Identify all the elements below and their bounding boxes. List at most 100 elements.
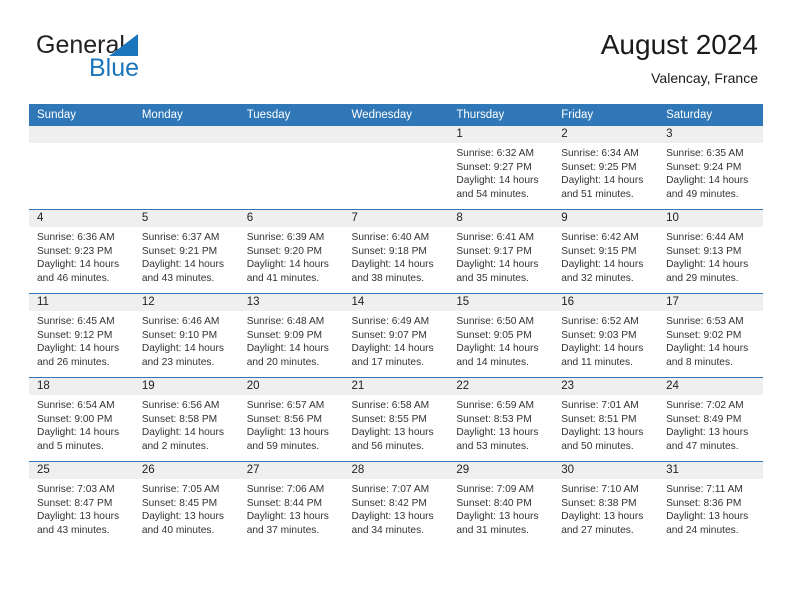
sunset-text: Sunset: 9:18 PM <box>351 245 427 257</box>
sunset-text: Sunset: 9:24 PM <box>666 161 742 173</box>
calendar-day-cell[interactable]: 7 Sunrise: 6:40 AM Sunset: 9:18 PM Daylight… <box>343 209 449 294</box>
sunset-text: Sunset: 9:00 PM <box>37 413 113 425</box>
calendar-day-cell[interactable]: 2 Sunrise: 6:34 AM Sunset: 9:25 PM Daylight… <box>553 126 659 210</box>
calendar-day-cell[interactable]: 24 Sunrise: 7:02 AM Sunset: 8:49 PM Dayligh… <box>658 377 763 462</box>
calendar-day-cell[interactable]: 22 Sunrise: 6:59 AM Sunset: 8:53 PM Dayligh… <box>448 377 554 462</box>
daylight-text-line2: and 11 minutes. <box>561 356 633 368</box>
daylight-text-line1: Daylight: 13 hours <box>246 427 329 439</box>
calendar-day-cell[interactable]: 25 Sunrise: 7:03 AM Sunset: 8:47 PM Dayligh… <box>29 461 134 545</box>
day-number: 31 <box>666 464 679 476</box>
calendar-day-cell[interactable]: 8 Sunrise: 6:41 AM Sunset: 9:17 PM Daylight… <box>448 209 554 294</box>
calendar-day-cell[interactable]: 13 Sunrise: 6:48 AM Sunset: 9:09 PM Dayligh… <box>238 293 344 378</box>
day-number: 1 <box>456 128 463 140</box>
daylight-text-line2: and 35 minutes. <box>456 272 529 284</box>
daylight-text-line2: and 59 minutes. <box>246 440 320 452</box>
day-details: Sunrise: 6:35 AM Sunset: 9:24 PM Daylight:… <box>658 143 763 201</box>
day-number: 27 <box>246 464 260 476</box>
day-details: Sunrise: 7:01 AM Sunset: 8:51 PM Daylight:… <box>553 395 658 453</box>
day-number: 4 <box>37 212 44 224</box>
calendar-day-cell[interactable]: 9 Sunrise: 6:42 AM Sunset: 9:15 PM Daylight… <box>553 209 659 294</box>
day-number: 25 <box>37 464 50 476</box>
daylight-text-line1: Daylight: 13 hours <box>456 427 539 439</box>
day-number: 8 <box>456 212 463 224</box>
day-number-band: 19 <box>133 378 239 395</box>
sunrise-text: Sunrise: 6:49 AM <box>351 316 430 327</box>
calendar-day-cell[interactable]: 12 Sunrise: 6:46 AM Sunset: 9:10 PM Dayligh… <box>133 293 239 378</box>
day-cell-content: 2 Sunrise: 6:34 AM Sunset: 9:25 PM Daylight… <box>553 126 659 209</box>
day-details: Sunrise: 6:32 AM Sunset: 9:27 PM Daylight:… <box>448 143 553 201</box>
calendar-day-cell[interactable]: 31 Sunrise: 7:11 AM Sunset: 8:36 PM Dayligh… <box>658 461 763 545</box>
sunrise-text: Sunrise: 6:37 AM <box>141 232 220 243</box>
title-block: August 2024 Valencay, France <box>601 28 758 87</box>
daylight-text-line1: Daylight: 13 hours <box>456 511 539 523</box>
day-cell-content: 8 Sunrise: 6:41 AM Sunset: 9:17 PM Daylight… <box>448 210 554 293</box>
day-cell-content: 19 Sunrise: 6:56 AM Sunset: 8:58 PM Dayligh… <box>133 378 239 461</box>
calendar-day-cell[interactable]: 1 Sunrise: 6:32 AM Sunset: 9:27 PM Daylight… <box>448 126 554 210</box>
calendar-day-cell[interactable]: 28 Sunrise: 7:07 AM Sunset: 8:42 PM Dayligh… <box>343 461 449 545</box>
day-number-band: 10 <box>658 210 763 227</box>
calendar-day-cell[interactable]: 21 Sunrise: 6:58 AM Sunset: 8:55 PM Dayligh… <box>343 377 449 462</box>
calendar-day-cell[interactable]: 3 Sunrise: 6:35 AM Sunset: 9:24 PM Daylight… <box>658 126 763 210</box>
sunrise-text: Sunrise: 6:39 AM <box>246 232 325 243</box>
daylight-text-line2: and 38 minutes. <box>351 272 425 284</box>
day-number-band: 5 <box>133 210 239 227</box>
calendar-day-cell[interactable]: 15 Sunrise: 6:50 AM Sunset: 9:05 PM Dayligh… <box>448 293 554 378</box>
calendar-day-cell[interactable]: 16 Sunrise: 6:52 AM Sunset: 9:03 PM Dayligh… <box>553 293 659 378</box>
daylight-text-line2: and 43 minutes. <box>141 272 215 284</box>
day-cell-content: 10 Sunrise: 6:44 AM Sunset: 9:13 PM Dayligh… <box>658 210 763 293</box>
day-number-band <box>29 126 134 143</box>
calendar-day-cell[interactable]: 18 Sunrise: 6:54 AM Sunset: 9:00 PM Dayligh… <box>29 377 134 462</box>
day-number: 16 <box>561 296 575 308</box>
day-cell-content: 30 Sunrise: 7:10 AM Sunset: 8:38 PM Dayligh… <box>553 462 659 545</box>
calendar-day-cell[interactable]: 30 Sunrise: 7:10 AM Sunset: 8:38 PM Dayligh… <box>553 461 659 545</box>
calendar-day-cell[interactable] <box>238 126 344 210</box>
day-number-band: 27 <box>238 462 344 479</box>
day-number: 6 <box>246 212 254 224</box>
calendar-day-cell[interactable]: 29 Sunrise: 7:09 AM Sunset: 8:40 PM Dayligh… <box>448 461 554 545</box>
calendar-day-cell[interactable]: 19 Sunrise: 6:56 AM Sunset: 8:58 PM Dayligh… <box>133 377 239 462</box>
calendar-day-cell[interactable]: 5 Sunrise: 6:37 AM Sunset: 9:21 PM Daylight… <box>133 209 239 294</box>
day-number: 18 <box>37 380 50 392</box>
daylight-text-line1: Daylight: 14 hours <box>561 175 644 187</box>
calendar-day-cell[interactable]: 4 Sunrise: 6:36 AM Sunset: 9:23 PM Daylight… <box>29 209 134 294</box>
day-number-band: 31 <box>658 462 763 479</box>
daylight-text-line2: and 54 minutes. <box>456 188 529 200</box>
sunrise-text: Sunrise: 6:36 AM <box>37 232 115 243</box>
day-details: Sunrise: 6:36 AM Sunset: 9:23 PM Daylight:… <box>29 227 134 285</box>
sunrise-text: Sunrise: 6:48 AM <box>246 316 325 327</box>
calendar-day-cell[interactable]: 20 Sunrise: 6:57 AM Sunset: 8:56 PM Dayligh… <box>238 377 344 462</box>
day-number: 13 <box>246 296 260 308</box>
calendar-day-cell[interactable]: 10 Sunrise: 6:44 AM Sunset: 9:13 PM Dayligh… <box>658 209 763 294</box>
calendar-day-cell[interactable]: 23 Sunrise: 7:01 AM Sunset: 8:51 PM Dayligh… <box>553 377 659 462</box>
sunset-text: Sunset: 8:44 PM <box>246 497 323 509</box>
day-number-band <box>238 126 344 143</box>
calendar-day-cell[interactable]: 27 Sunrise: 7:06 AM Sunset: 8:44 PM Dayligh… <box>238 461 344 545</box>
day-cell-content: 21 Sunrise: 6:58 AM Sunset: 8:55 PM Dayligh… <box>343 378 449 461</box>
day-number-band: 4 <box>29 210 134 227</box>
daylight-text-line2: and 34 minutes. <box>351 524 425 536</box>
calendar-day-cell[interactable]: 26 Sunrise: 7:05 AM Sunset: 8:45 PM Dayligh… <box>133 461 239 545</box>
day-details: Sunrise: 7:06 AM Sunset: 8:44 PM Daylight:… <box>239 479 344 537</box>
calendar-week-row: 4 Sunrise: 6:36 AM Sunset: 9:23 PM Daylight… <box>29 209 763 294</box>
daylight-text-line1: Daylight: 14 hours <box>37 343 120 355</box>
calendar-day-cell[interactable]: 11 Sunrise: 6:45 AM Sunset: 9:12 PM Dayligh… <box>29 293 134 378</box>
calendar-day-cell[interactable]: 14 Sunrise: 6:49 AM Sunset: 9:07 PM Dayligh… <box>343 293 449 378</box>
calendar-day-cell[interactable] <box>343 126 449 210</box>
day-cell-content <box>133 126 239 209</box>
day-details: Sunrise: 6:40 AM Sunset: 9:18 PM Daylight:… <box>344 227 449 285</box>
calendar-day-cell[interactable]: 6 Sunrise: 6:39 AM Sunset: 9:20 PM Daylight… <box>238 209 344 294</box>
brand-logo[interactable]: General Blue <box>36 32 266 92</box>
sunrise-text: Sunrise: 7:02 AM <box>666 400 744 411</box>
day-number-band <box>133 126 239 143</box>
calendar-week-row: 11 Sunrise: 6:45 AM Sunset: 9:12 PM Dayligh… <box>29 293 763 378</box>
day-number-band: 15 <box>448 294 554 311</box>
calendar-day-cell[interactable] <box>133 126 239 210</box>
calendar-day-cell[interactable] <box>29 126 134 210</box>
calendar-day-cell[interactable]: 17 Sunrise: 6:53 AM Sunset: 9:02 PM Dayligh… <box>658 293 763 378</box>
day-cell-content: 14 Sunrise: 6:49 AM Sunset: 9:07 PM Dayligh… <box>343 294 449 377</box>
day-cell-content <box>343 126 449 209</box>
sunrise-text: Sunrise: 6:34 AM <box>561 148 639 159</box>
day-number: 10 <box>666 212 679 224</box>
daylight-text-line1: Daylight: 13 hours <box>561 427 644 439</box>
day-details: Sunrise: 6:54 AM Sunset: 9:00 PM Daylight:… <box>29 395 134 453</box>
